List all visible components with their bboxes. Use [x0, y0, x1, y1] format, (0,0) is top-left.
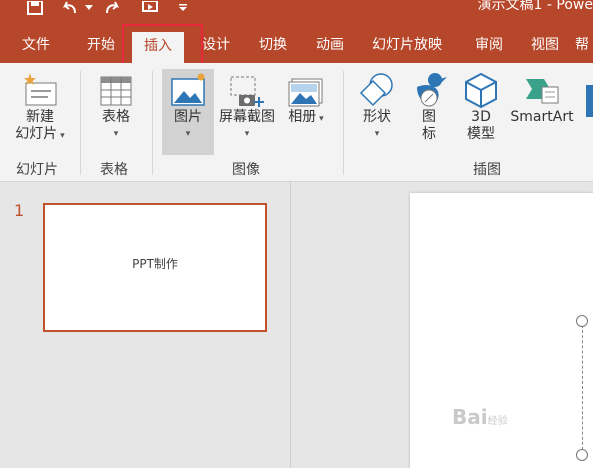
title-bar: 演示文稿1 - Powe: [0, 0, 593, 28]
group-divider: [80, 71, 81, 175]
tab-design[interactable]: 设计: [202, 28, 230, 63]
slide-number: 1: [14, 201, 25, 220]
chevron-down-icon: ▾: [185, 129, 191, 139]
tab-help[interactable]: 帮: [575, 28, 589, 63]
new-slide-label-1: 新建: [26, 109, 54, 125]
3d-models-button[interactable]: 3D 模型: [460, 71, 502, 143]
table-label: 表格: [102, 109, 130, 125]
selection-border: [582, 320, 583, 460]
tab-view[interactable]: 视图: [531, 28, 559, 63]
chevron-down-icon: ▾: [244, 129, 250, 139]
chevron-down-icon: ▾: [113, 129, 119, 139]
resize-handle[interactable]: [576, 449, 588, 461]
pictures-button[interactable]: 图片 ▾: [162, 69, 214, 155]
group-divider: [343, 71, 344, 175]
new-slide-icon: [24, 73, 57, 106]
document-title: 演示文稿1 - Powe: [477, 0, 593, 13]
3d-models-label-1: 3D: [471, 109, 491, 125]
slide-thumbnail[interactable]: PPT制作: [43, 203, 267, 332]
photo-album-label: 相册: [288, 109, 317, 125]
tab-transitions[interactable]: 切换: [259, 28, 287, 63]
smartart-button[interactable]: SmartArt: [506, 71, 578, 126]
group-label-slides: 幻灯片: [16, 162, 58, 178]
group-label-images: 图像: [232, 162, 260, 178]
slide-thumbnail-text: PPT制作: [132, 257, 178, 271]
shapes-label: 形状: [363, 109, 391, 125]
undo-icon[interactable]: [60, 0, 80, 16]
tab-file[interactable]: 文件: [22, 28, 50, 63]
chevron-down-icon: ▾: [57, 131, 65, 141]
icons-label-2: 标: [422, 126, 436, 142]
cube-icon: [465, 72, 497, 109]
tab-animations[interactable]: 动画: [316, 28, 344, 63]
ribbon: 新建 幻灯片 ▾ 幻灯片 表格 ▾ 表格 图片 ▾ 屏幕截图 ▾ 相册 ▾ 图像…: [0, 63, 593, 182]
tab-home[interactable]: 开始: [87, 28, 115, 63]
tab-insert[interactable]: 插入: [132, 32, 184, 63]
undo-dropdown-icon[interactable]: [84, 0, 94, 16]
screenshot-button[interactable]: 屏幕截图 ▾: [214, 71, 280, 143]
icons-icon: [417, 73, 447, 107]
chevron-down-icon: ▾: [316, 114, 324, 124]
picture-icon: [171, 73, 205, 106]
chart-icon[interactable]: [586, 85, 593, 117]
screenshot-icon: [230, 76, 264, 107]
photo-album-icon: [288, 78, 323, 107]
smartart-label: SmartArt: [510, 109, 574, 125]
group-label-tables: 表格: [100, 162, 128, 178]
customize-toolbar-icon[interactable]: [178, 0, 188, 16]
pictures-label: 图片: [174, 109, 202, 125]
table-button[interactable]: 表格 ▾: [92, 71, 140, 143]
group-label-illustrations: 插图: [473, 162, 501, 178]
watermark-suffix: 经验: [487, 416, 508, 427]
resize-handle[interactable]: [576, 315, 588, 327]
redo-icon[interactable]: [102, 0, 122, 16]
pane-divider[interactable]: [290, 182, 291, 468]
screenshot-label: 屏幕截图: [219, 109, 275, 125]
ribbon-tabs: 文件 开始 插入 设计 切换 动画 幻灯片放映 审阅 视图 帮: [0, 28, 593, 63]
shapes-icon: [359, 73, 393, 107]
save-icon[interactable]: [26, 0, 44, 16]
icons-button[interactable]: 图 标: [408, 71, 450, 143]
3d-models-label-2: 模型: [467, 126, 495, 142]
watermark-text: Bai: [452, 405, 488, 429]
new-slide-label-2: 幻灯片: [15, 126, 58, 142]
smartart-icon: [526, 79, 559, 104]
photo-album-button[interactable]: 相册 ▾: [282, 71, 330, 128]
new-slide-button[interactable]: 新建 幻灯片 ▾: [10, 71, 70, 145]
tab-review[interactable]: 审阅: [475, 28, 503, 63]
tab-slideshow[interactable]: 幻灯片放映: [372, 28, 442, 63]
start-from-beginning-icon[interactable]: [140, 0, 160, 16]
table-icon: [100, 76, 132, 106]
icons-label-1: 图: [422, 109, 436, 125]
chevron-down-icon: ▾: [374, 129, 380, 139]
group-divider: [152, 71, 153, 175]
shapes-button[interactable]: 形状 ▾: [354, 71, 400, 143]
watermark: Bai经验: [452, 405, 508, 429]
